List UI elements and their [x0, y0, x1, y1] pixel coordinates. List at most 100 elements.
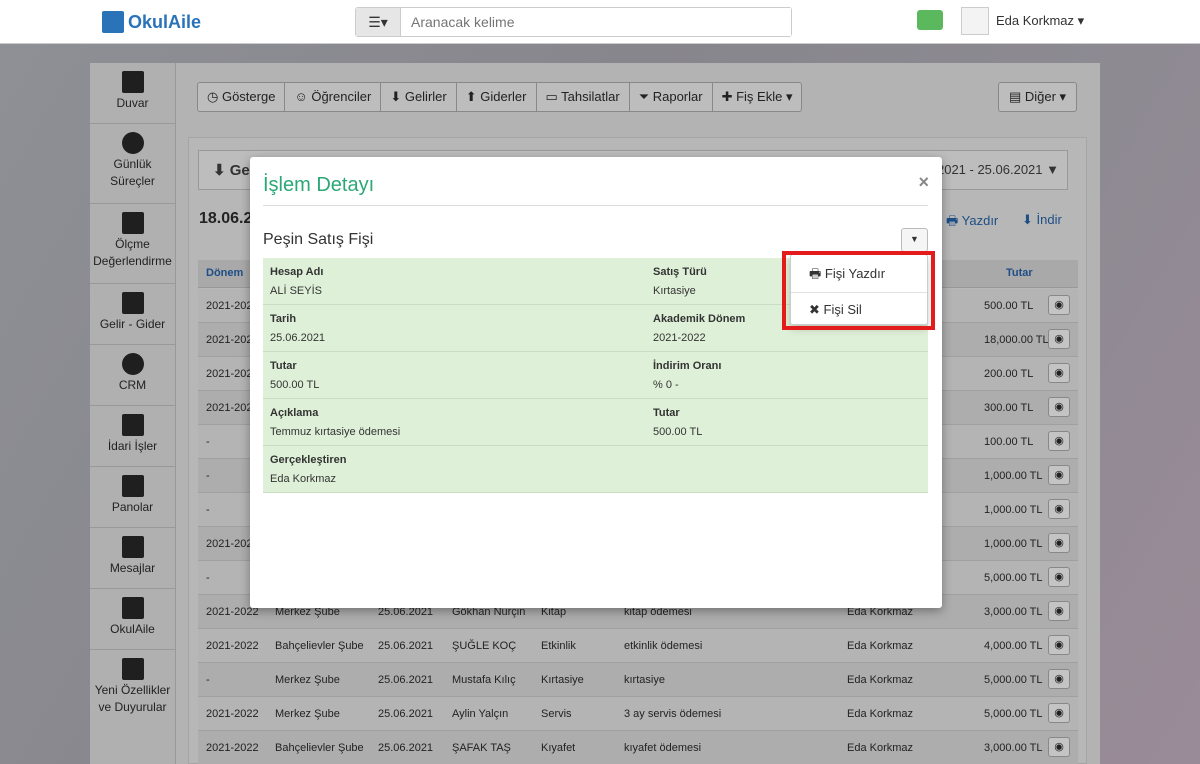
cell-tur: Kırtasiye	[541, 674, 584, 686]
sidebar: Duvar Günlük Süreçler Ölçme Değerlendirm…	[90, 63, 176, 764]
tab-label: Gösterge	[221, 89, 276, 104]
cell-kisi: Eda Korkmaz	[847, 640, 914, 652]
cell-donem: 2021-202	[206, 334, 253, 346]
eye-icon[interactable]: ◉	[1048, 363, 1070, 383]
sidebar-item-olcme[interactable]: Ölçme Değerlendirme	[90, 204, 175, 284]
eye-icon[interactable]: ◉	[1048, 329, 1070, 349]
field-label: Açıklama	[270, 407, 319, 419]
envelope-icon	[121, 536, 144, 558]
eye-icon[interactable]: ◉	[1048, 601, 1070, 621]
eye-icon[interactable]: ◉	[1048, 465, 1070, 485]
cell-ad: ŞUĞLE KOÇ	[452, 640, 517, 652]
tab-gelirler[interactable]: ⬇ Gelirler	[381, 83, 457, 111]
tab-raporlar[interactable]: ⏷ Raporlar	[630, 83, 713, 111]
print-link[interactable]: 🖶 Yazdır	[946, 212, 998, 234]
detail-row: Açıklama Temmuz kırtasiye ödemesi Tutar 500…	[263, 399, 928, 446]
tab-giderler[interactable]: ⬆ Giderler	[457, 83, 537, 111]
eye-icon[interactable]: ◉	[1048, 499, 1070, 519]
tab-ogrenciler[interactable]: ☺ Öğrenciler	[285, 83, 382, 111]
sidebar-item-duvar[interactable]: Duvar	[90, 63, 175, 124]
cell-sube: Bahçelievler Şube	[275, 640, 364, 652]
cell-tutar: 4,000.00 TL	[984, 640, 1043, 652]
calendar-icon	[121, 475, 144, 497]
tab-gosterge[interactable]: ◷ Gösterge	[198, 83, 286, 111]
other-button[interactable]: ▤ Diğer ▾	[998, 82, 1077, 112]
sidebar-item-yeni[interactable]: Yeni Özellikler ve Duyurular	[90, 650, 175, 750]
sidebar-item-label: OkulAile	[110, 622, 155, 636]
tab-label: Gelirler	[404, 89, 447, 104]
detail-row: Gerçekleştiren Eda Korkmaz	[263, 446, 928, 493]
cell-tarih: 25.06.2021	[378, 674, 434, 686]
logo[interactable]: OkulAile	[102, 11, 201, 33]
column-header-tutar[interactable]: Tutar	[1006, 267, 1033, 279]
other-label: Diğer	[1024, 89, 1056, 104]
sidebar-item-okulaile[interactable]: OkulAile	[90, 589, 175, 650]
cell-tutar: 5,000.00 TL	[984, 708, 1043, 720]
menu-list-icon[interactable]: ☰▾	[356, 8, 401, 36]
top-bar: OkulAile ☰▾ Eda Korkmaz ▾	[0, 0, 1200, 44]
eye-icon[interactable]: ◉	[1048, 737, 1070, 757]
cell-kisi: Eda Korkmaz	[847, 708, 914, 720]
field-value: 500.00 TL	[270, 379, 320, 391]
detail-row: Tutar 500.00 TL İndirim Oranı % 0 -	[263, 352, 928, 399]
sidebar-item-gunluk[interactable]: Günlük Süreçler	[90, 124, 175, 204]
sidebar-item-crm[interactable]: CRM	[90, 345, 175, 406]
table-row[interactable]: 2021-2022 Merkez Şube 25.06.2021 Aylin Yalç…	[198, 697, 1078, 731]
logo-text: OkulAile	[128, 11, 202, 32]
field-label: Satış Türü	[653, 266, 707, 278]
receipt-actions-toggle[interactable]: ▼	[901, 228, 928, 252]
table-row[interactable]: - Merkez Şube 25.06.2021 Mustafa Kılıç Kırta…	[198, 663, 1078, 697]
eye-icon[interactable]: ◉	[1048, 669, 1070, 689]
divider	[263, 205, 928, 206]
chat-icon[interactable]	[917, 10, 943, 30]
field-value: ALİ SEYİS	[270, 285, 322, 297]
table-row[interactable]: 2021-2022 Bahçelievler Şube 25.06.2021 ŞUĞL…	[198, 629, 1078, 663]
tab-tahsilatlar[interactable]: ▭ Tahsilatlar	[537, 83, 630, 111]
cell-tarih: 25.06.2021	[378, 640, 434, 652]
cell-donem: 2021-202	[206, 402, 253, 414]
eye-icon[interactable]: ◉	[1048, 397, 1070, 417]
sidebar-item-idari[interactable]: İdari İşler	[90, 406, 175, 467]
cell-tutar: 1,000.00 TL	[984, 470, 1043, 482]
user-menu[interactable]: Eda Korkmaz ▾	[996, 13, 1084, 29]
modal-title: İşlem Detayı	[263, 174, 375, 196]
megaphone-icon	[121, 658, 144, 680]
search-input[interactable]	[401, 8, 791, 36]
eye-icon[interactable]: ◉	[1048, 533, 1070, 553]
cell-sube: Merkez Şube	[275, 708, 340, 720]
eye-icon[interactable]: ◉	[1048, 635, 1070, 655]
cell-kisi: Eda Korkmaz	[847, 742, 914, 754]
tab-fis-ekle[interactable]: ✚ Fiş Ekle ▾	[713, 83, 802, 111]
sidebar-item-panolar[interactable]: Panolar	[90, 467, 175, 528]
eye-icon[interactable]: ◉	[1048, 431, 1070, 451]
field-label: Gerçekleştiren	[270, 454, 347, 466]
avatar[interactable]	[961, 7, 989, 35]
transaction-detail-modal: İşlem Detayı × Peşin Satış Fişi ▼ Hesap …	[250, 157, 942, 608]
highlight-box	[782, 251, 935, 330]
wall-icon	[121, 71, 144, 93]
measure-icon	[121, 212, 144, 234]
chart-icon	[121, 292, 144, 314]
field-label: İndirim Oranı	[653, 360, 722, 372]
eye-icon[interactable]: ◉	[1048, 295, 1070, 315]
tab-label: Giderler	[480, 89, 527, 104]
eye-icon[interactable]: ◉	[1048, 567, 1070, 587]
sidebar-item-label: Duvar	[116, 96, 149, 110]
tab-label: Raporlar	[652, 89, 703, 104]
cell-donem: -	[206, 470, 210, 482]
family-icon	[121, 597, 144, 619]
sidebar-item-label: Yeni Özellikler ve Duyurular	[94, 683, 171, 714]
sidebar-item-label: Panolar	[111, 500, 154, 514]
close-icon[interactable]: ×	[918, 172, 929, 193]
tab-label: Fiş Ekle	[736, 89, 783, 104]
cell-tutar: 200.00 TL	[984, 368, 1034, 380]
sidebar-item-gelir-gider[interactable]: Gelir - Gider	[90, 284, 175, 345]
table-row[interactable]: 2021-2022 Bahçelievler Şube 25.06.2021 ŞAFA…	[198, 731, 1078, 764]
eye-icon[interactable]: ◉	[1048, 703, 1070, 723]
download-link[interactable]: ⬇ İndir	[1022, 212, 1062, 228]
column-header-donem[interactable]: Dönem	[206, 267, 243, 279]
cell-donem: -	[206, 572, 210, 584]
cell-donem: -	[206, 504, 210, 516]
sidebar-item-label: Günlük Süreçler	[110, 157, 155, 188]
sidebar-item-mesajlar[interactable]: Mesajlar	[90, 528, 175, 589]
